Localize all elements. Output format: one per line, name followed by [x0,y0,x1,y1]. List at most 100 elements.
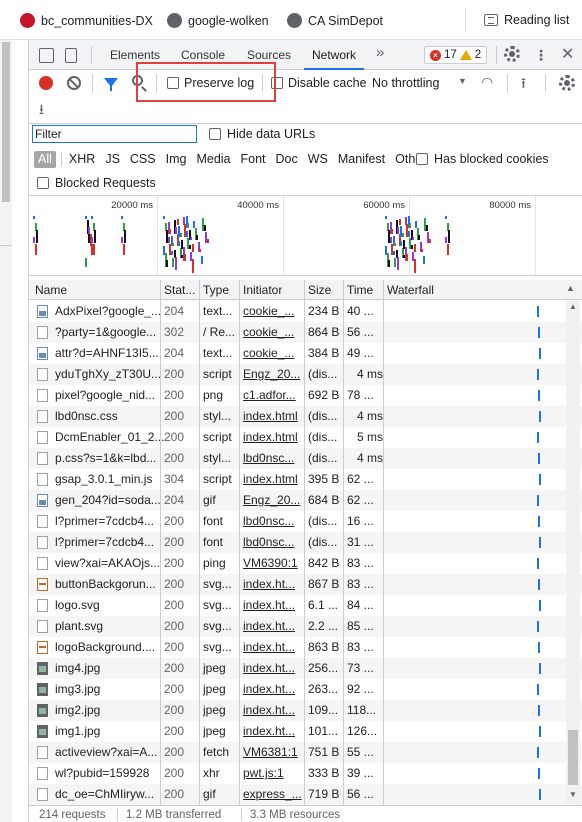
table-row[interactable]: l?primer=7cdcb4... 200 font lbd0nsc... (dis.… [29,532,582,553]
request-initiator[interactable]: lbd0nsc... [243,514,305,528]
type-filter-js[interactable]: JS [101,151,124,168]
has-blocked-cookies-box[interactable] [416,153,428,165]
request-initiator[interactable]: c1.adfor... [243,388,305,402]
request-initiator[interactable]: Engz_20... [243,493,305,507]
tab-sources[interactable]: Sources [247,48,291,62]
type-filter-manifest[interactable]: Manifest [334,151,389,168]
column-header-time[interactable]: Time [347,283,373,297]
bookmark-bc-communities[interactable]: bc_communities-DX [20,13,153,28]
has-blocked-cookies-checkbox[interactable]: Has blocked cookies [416,152,549,166]
table-row[interactable]: img2.jpg 200 jpeg index.ht... 109... 118... [29,700,582,721]
column-header-status[interactable]: Stat... [164,283,195,297]
request-initiator[interactable]: index.html [243,430,305,444]
network-conditions-icon[interactable]: ◠ [481,74,493,91]
hide-data-urls-checkbox[interactable]: Hide data URLs [209,127,315,141]
table-scrollbar-thumb[interactable] [568,730,578,785]
bookmark-google-wolken[interactable]: google-wolken [167,13,269,28]
request-initiator[interactable]: VM6390:1 [243,556,305,570]
table-row[interactable]: attr?d=AHNF13I5... 204 text... cookie_... 38… [29,343,582,364]
table-row[interactable]: logo.svg 200 svg... index.ht... 6.1 ... 84 ..… [29,595,582,616]
import-har-icon[interactable]: ⭱ [521,73,526,97]
tab-network[interactable]: Network [303,48,365,70]
network-settings-gear-icon[interactable] [559,75,575,91]
table-row[interactable]: img3.jpg 200 jpeg index.ht... 263... 92 ... [29,679,582,700]
table-row[interactable]: gsap_3.0.1_min.js 304 script index.html 395 … [29,469,582,490]
scroll-down-icon[interactable]: ▼ [569,790,577,799]
column-header-waterfall[interactable]: Waterfall [387,283,434,297]
table-row[interactable]: yduTghXy_zT30U... 200 script Engz_20... (dis… [29,364,582,385]
column-header-name[interactable]: Name [35,283,67,297]
network-overview-timeline[interactable]: 20000 ms 40000 ms 60000 ms 80000 ms [29,196,582,276]
column-header-initiator[interactable]: Initiator [243,283,282,297]
type-filter-font[interactable]: Font [237,151,270,168]
request-initiator[interactable]: index.ht... [243,577,305,591]
clear-log-icon[interactable] [67,76,81,90]
throttling-select[interactable]: No throttling [372,76,439,90]
request-initiator[interactable]: VM6381:1 [243,745,305,759]
table-row[interactable]: img1.jpg 200 jpeg index.ht... 101... 126... [29,721,582,742]
table-row[interactable]: dc_oe=ChMIiryw... 200 gif express_... 719 B5… [29,784,582,805]
table-row[interactable]: view?xai=AKAOjs... 200 ping VM6390:1 842 B 83… [29,553,582,574]
tab-elements[interactable]: Elements [110,48,160,62]
table-row[interactable]: lbd0nsc.css 200 styl... index.html (dis... 4 … [29,406,582,427]
reading-list-button[interactable]: Reading list [484,13,569,27]
device-toolbar-icon[interactable] [65,48,77,63]
page-scrollbar[interactable] [0,40,12,822]
type-filter-css[interactable]: CSS [126,151,160,168]
request-initiator[interactable]: index.ht... [243,640,305,654]
request-initiator[interactable]: lbd0nsc... [243,451,305,465]
type-filter-doc[interactable]: Doc [272,151,302,168]
filter-icon[interactable] [104,78,118,91]
request-initiator[interactable]: pwt.js:1 [243,766,305,780]
request-initiator[interactable]: lbd0nsc... [243,535,305,549]
tab-console[interactable]: Console [181,48,225,62]
request-initiator[interactable]: Engz_20... [243,367,305,381]
export-har-icon[interactable]: ⭳ [39,99,44,123]
request-initiator[interactable]: cookie_... [243,304,305,318]
request-initiator[interactable]: index.ht... [243,724,305,738]
bookmark-ca-simdepot[interactable]: CA SimDepot [287,13,383,28]
issues-badge[interactable]: × 17 2 [424,46,488,64]
type-filter-all[interactable]: All [34,150,56,168]
table-row[interactable]: l?primer=7cdcb4... 200 font lbd0nsc... (dis.… [29,511,582,532]
type-filter-xhr[interactable]: XHR [65,151,99,168]
filter-input[interactable] [32,125,197,143]
close-devtools-icon[interactable]: ✕ [561,44,574,64]
scroll-up-icon[interactable]: ▲ [569,302,577,311]
column-header-type[interactable]: Type [203,283,229,297]
more-options-icon[interactable]: ⋮ [534,47,548,64]
record-button[interactable] [39,76,53,90]
column-header-size[interactable]: Size [308,283,331,297]
page-scrollbar-thumb[interactable] [2,42,10,202]
type-filter-media[interactable]: Media [192,151,234,168]
type-filter-img[interactable]: Img [162,151,191,168]
inspect-element-icon[interactable] [39,48,54,63]
type-filter-ws[interactable]: WS [304,151,332,168]
settings-gear-icon[interactable] [504,46,520,62]
table-scrollbar[interactable]: ▲ ▼ [566,300,580,805]
table-row[interactable]: p.css?s=1&k=lbd... 200 styl... lbd0nsc... (d… [29,448,582,469]
table-row[interactable]: gen_204?id=soda... 204 gif Engz_20... 684 B6… [29,490,582,511]
request-initiator[interactable]: index.ht... [243,619,305,633]
blocked-requests-box[interactable] [37,177,49,189]
table-row[interactable]: buttonBackgorun... 200 svg... index.ht... 86… [29,574,582,595]
request-initiator[interactable]: index.ht... [243,682,305,696]
table-row[interactable]: DcmEnabler_01_2... 200 script index.html (di… [29,427,582,448]
disable-cache-checkbox[interactable]: Disable cache [271,76,367,90]
request-initiator[interactable]: index.html [243,409,305,423]
table-row[interactable]: img4.jpg 200 jpeg index.ht... 256... 73 ... [29,658,582,679]
request-initiator[interactable]: cookie_... [243,346,305,360]
table-row[interactable]: AdxPixel?google_... 204 text... cookie_... 2… [29,301,582,322]
table-row[interactable]: ?party=1&google... 302/ Re... cookie_... 86… [29,322,582,343]
table-row[interactable]: logoBackground.... 200 svg... index.ht... 86… [29,637,582,658]
chevron-down-icon[interactable]: ▼ [458,76,467,86]
more-tabs-button[interactable]: » [376,44,384,61]
request-initiator[interactable]: index.html [243,472,305,486]
table-row[interactable]: pixel?google_nid... 200 png c1.adfor... 692 … [29,385,582,406]
request-initiator[interactable]: index.ht... [243,703,305,717]
request-initiator[interactable]: express_... [243,787,305,801]
table-row[interactable]: activeview?xai=A... 200 fetch VM6381:1 751 B… [29,742,582,763]
request-initiator[interactable]: index.ht... [243,598,305,612]
request-initiator[interactable]: cookie_... [243,325,305,339]
sort-ascending-icon[interactable]: ▲ [566,283,575,293]
